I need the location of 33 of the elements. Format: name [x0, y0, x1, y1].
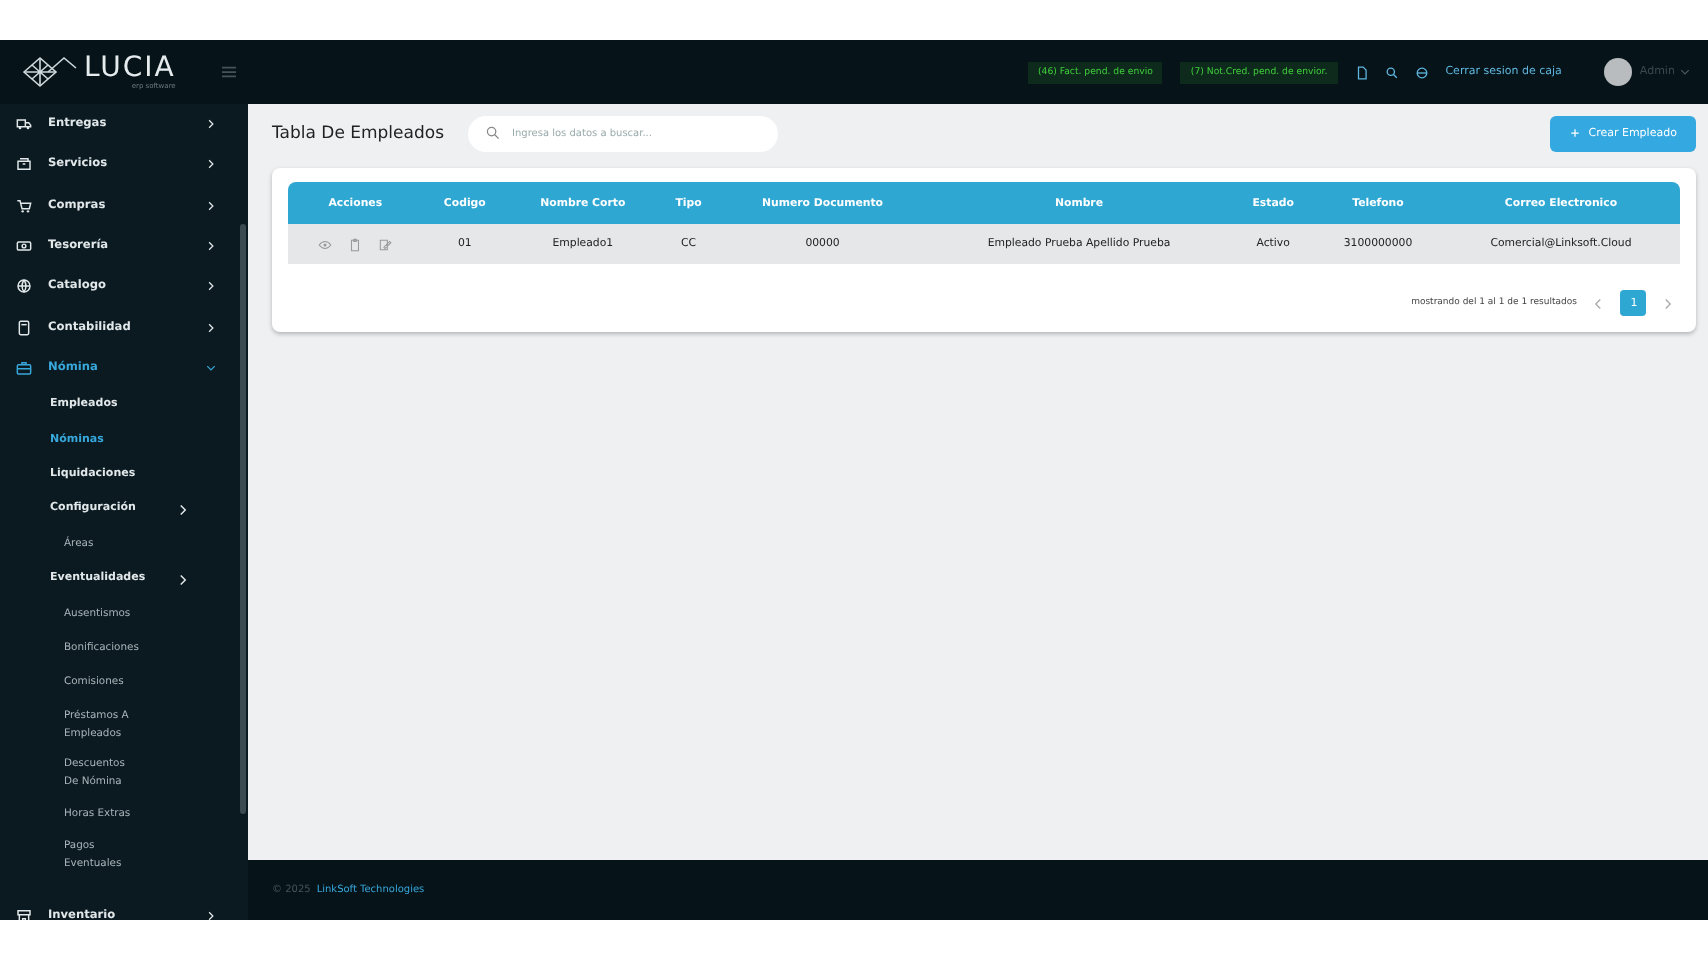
chevron-down-icon: [206, 361, 216, 374]
chevron-right-icon: [206, 199, 216, 212]
clipboard-icon: [348, 237, 363, 251]
chevron-right-icon: [206, 158, 216, 171]
search-icon: [1385, 65, 1398, 79]
cart-icon: [16, 197, 32, 214]
logo-text: LUCIA: [84, 54, 176, 82]
banknote-icon: [16, 238, 32, 255]
previous-page-icon: [1594, 297, 1603, 309]
next-page-icon: [1664, 297, 1673, 309]
page-title: Tabla De Empleados: [272, 123, 445, 143]
briefcase-icon: [16, 359, 32, 376]
edit-icon: [378, 237, 393, 251]
avatar[interactable]: [1603, 58, 1632, 86]
chevron-right-icon: [178, 503, 188, 516]
chevron-right-icon: [206, 321, 216, 334]
chevron-right-icon: [206, 910, 216, 920]
calculator-icon: [16, 319, 32, 336]
plus-icon: [1570, 128, 1581, 138]
eye-icon: [318, 237, 333, 251]
chevron-right-icon: [206, 118, 216, 131]
logo-icon: [20, 56, 80, 88]
box-icon: [16, 156, 32, 173]
truck-icon: [16, 116, 32, 133]
chevron-right-icon: [178, 573, 188, 586]
scrollbar[interactable]: [240, 224, 246, 814]
chevron-down-icon: [1680, 68, 1691, 76]
store-icon: [16, 908, 32, 920]
chevron-right-icon: [206, 240, 216, 253]
chevron-right-icon: [206, 280, 216, 293]
menu-icon[interactable]: [222, 66, 236, 78]
document-icon: [1355, 65, 1368, 79]
search-icon: [486, 126, 501, 140]
